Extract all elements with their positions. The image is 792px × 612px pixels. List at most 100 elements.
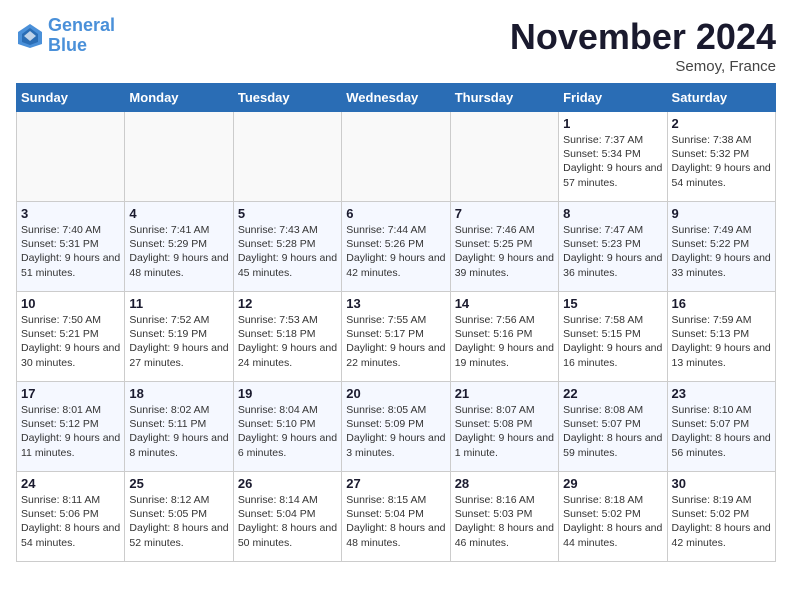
day-info: Sunrise: 7:50 AM Sunset: 5:21 PM Dayligh… bbox=[21, 313, 120, 370]
day-info: Sunrise: 8:02 AM Sunset: 5:11 PM Dayligh… bbox=[129, 403, 228, 460]
day-cell: 17Sunrise: 8:01 AM Sunset: 5:12 PM Dayli… bbox=[17, 382, 125, 472]
day-cell: 16 Sunrise: 7:59 AM Sunset: 5:13 PM Dayli… bbox=[667, 292, 775, 382]
day-info: Sunrise: 7:38 AM Sunset: 5:32 PM Dayligh… bbox=[672, 133, 771, 190]
day-cell: 10 Sunrise: 7:50 AM Sunset: 5:21 PM Dayli… bbox=[17, 292, 125, 382]
day-number: 6 bbox=[346, 206, 445, 221]
day-cell: 25Sunrise: 8:12 AM Sunset: 5:05 PM Dayli… bbox=[125, 472, 233, 562]
day-cell: 30 Sunrise: 8:19 AM Sunset: 5:02 PM Dayli… bbox=[667, 472, 775, 562]
col-header-monday: Monday bbox=[125, 84, 233, 112]
day-cell: 9 Sunrise: 7:49 AM Sunset: 5:22 PM Daylig… bbox=[667, 202, 775, 292]
day-cell: 6Sunrise: 7:44 AM Sunset: 5:26 PM Daylig… bbox=[342, 202, 450, 292]
col-header-wednesday: Wednesday bbox=[342, 84, 450, 112]
day-info: Sunrise: 7:56 AM Sunset: 5:16 PM Dayligh… bbox=[455, 313, 554, 370]
day-info: Sunrise: 8:05 AM Sunset: 5:09 PM Dayligh… bbox=[346, 403, 445, 460]
day-info: Sunrise: 8:15 AM Sunset: 5:04 PM Dayligh… bbox=[346, 493, 445, 550]
day-info: Sunrise: 7:47 AM Sunset: 5:23 PM Dayligh… bbox=[563, 223, 662, 280]
day-number: 29 bbox=[563, 476, 662, 491]
logo-text: General Blue bbox=[48, 16, 115, 56]
day-cell: 21 Sunrise: 8:07 AM Sunset: 5:08 PM Dayli… bbox=[450, 382, 558, 472]
day-number: 1 bbox=[563, 116, 662, 131]
day-cell: 7Sunrise: 7:46 AM Sunset: 5:25 PM Daylig… bbox=[450, 202, 558, 292]
day-info: Sunrise: 7:41 AM Sunset: 5:29 PM Dayligh… bbox=[129, 223, 228, 280]
day-cell: 12 Sunrise: 7:53 AM Sunset: 5:18 PM Dayli… bbox=[233, 292, 341, 382]
col-header-thursday: Thursday bbox=[450, 84, 558, 112]
day-cell: 20 Sunrise: 8:05 AM Sunset: 5:09 PM Dayli… bbox=[342, 382, 450, 472]
day-number: 13 bbox=[346, 296, 445, 311]
day-cell: 28 Sunrise: 8:16 AM Sunset: 5:03 PM Dayli… bbox=[450, 472, 558, 562]
day-info: Sunrise: 8:10 AM Sunset: 5:07 PM Dayligh… bbox=[672, 403, 771, 460]
logo: General Blue bbox=[16, 16, 115, 56]
day-number: 4 bbox=[129, 206, 228, 221]
day-info: Sunrise: 8:08 AM Sunset: 5:07 PM Dayligh… bbox=[563, 403, 662, 460]
title-block: November 2024 Semoy, France bbox=[510, 16, 776, 75]
day-cell: 2 Sunrise: 7:38 AM Sunset: 5:32 PM Daylig… bbox=[667, 112, 775, 202]
day-cell: 5Sunrise: 7:43 AM Sunset: 5:28 PM Daylig… bbox=[233, 202, 341, 292]
day-cell: 26 Sunrise: 8:14 AM Sunset: 5:04 PM Dayli… bbox=[233, 472, 341, 562]
day-number: 26 bbox=[238, 476, 337, 491]
day-number: 28 bbox=[455, 476, 554, 491]
day-number: 3 bbox=[21, 206, 120, 221]
day-cell: 1 Sunrise: 7:37 AM Sunset: 5:34 PM Daylig… bbox=[559, 112, 667, 202]
week-row-2: 3 Sunrise: 7:40 AM Sunset: 5:31 PM Daylig… bbox=[17, 202, 776, 292]
logo-icon bbox=[16, 22, 44, 50]
day-number: 18 bbox=[129, 386, 228, 401]
day-cell bbox=[450, 112, 558, 202]
day-info: Sunrise: 8:16 AM Sunset: 5:03 PM Dayligh… bbox=[455, 493, 554, 550]
week-row-3: 10 Sunrise: 7:50 AM Sunset: 5:21 PM Dayli… bbox=[17, 292, 776, 382]
day-number: 12 bbox=[238, 296, 337, 311]
day-number: 20 bbox=[346, 386, 445, 401]
day-cell: 3 Sunrise: 7:40 AM Sunset: 5:31 PM Daylig… bbox=[17, 202, 125, 292]
day-number: 2 bbox=[672, 116, 771, 131]
day-cell: 8Sunrise: 7:47 AM Sunset: 5:23 PM Daylig… bbox=[559, 202, 667, 292]
day-info: Sunrise: 8:19 AM Sunset: 5:02 PM Dayligh… bbox=[672, 493, 771, 550]
day-cell: 15 Sunrise: 7:58 AM Sunset: 5:15 PM Dayli… bbox=[559, 292, 667, 382]
page-header: General Blue November 2024 Semoy, France bbox=[16, 16, 776, 75]
day-info: Sunrise: 7:59 AM Sunset: 5:13 PM Dayligh… bbox=[672, 313, 771, 370]
week-row-4: 17Sunrise: 8:01 AM Sunset: 5:12 PM Dayli… bbox=[17, 382, 776, 472]
day-info: Sunrise: 7:55 AM Sunset: 5:17 PM Dayligh… bbox=[346, 313, 445, 370]
day-info: Sunrise: 8:12 AM Sunset: 5:05 PM Dayligh… bbox=[129, 493, 228, 550]
day-number: 5 bbox=[238, 206, 337, 221]
day-info: Sunrise: 7:53 AM Sunset: 5:18 PM Dayligh… bbox=[238, 313, 337, 370]
day-cell: 18 Sunrise: 8:02 AM Sunset: 5:11 PM Dayli… bbox=[125, 382, 233, 472]
day-number: 14 bbox=[455, 296, 554, 311]
col-header-saturday: Saturday bbox=[667, 84, 775, 112]
col-header-tuesday: Tuesday bbox=[233, 84, 341, 112]
day-number: 22 bbox=[563, 386, 662, 401]
day-number: 9 bbox=[672, 206, 771, 221]
day-cell: 19 Sunrise: 8:04 AM Sunset: 5:10 PM Dayli… bbox=[233, 382, 341, 472]
month-title: November 2024 bbox=[510, 16, 776, 58]
day-info: Sunrise: 7:52 AM Sunset: 5:19 PM Dayligh… bbox=[129, 313, 228, 370]
day-cell: 23Sunrise: 8:10 AM Sunset: 5:07 PM Dayli… bbox=[667, 382, 775, 472]
day-info: Sunrise: 7:58 AM Sunset: 5:15 PM Dayligh… bbox=[563, 313, 662, 370]
day-cell: 29Sunrise: 8:18 AM Sunset: 5:02 PM Dayli… bbox=[559, 472, 667, 562]
day-cell bbox=[342, 112, 450, 202]
day-cell: 24Sunrise: 8:11 AM Sunset: 5:06 PM Dayli… bbox=[17, 472, 125, 562]
day-info: Sunrise: 7:49 AM Sunset: 5:22 PM Dayligh… bbox=[672, 223, 771, 280]
day-cell bbox=[125, 112, 233, 202]
location: Semoy, France bbox=[510, 58, 776, 75]
day-cell bbox=[17, 112, 125, 202]
day-info: Sunrise: 8:14 AM Sunset: 5:04 PM Dayligh… bbox=[238, 493, 337, 550]
header-row: SundayMondayTuesdayWednesdayThursdayFrid… bbox=[17, 84, 776, 112]
day-number: 19 bbox=[238, 386, 337, 401]
week-row-1: 1 Sunrise: 7:37 AM Sunset: 5:34 PM Daylig… bbox=[17, 112, 776, 202]
col-header-sunday: Sunday bbox=[17, 84, 125, 112]
day-info: Sunrise: 8:07 AM Sunset: 5:08 PM Dayligh… bbox=[455, 403, 554, 460]
day-info: Sunrise: 7:37 AM Sunset: 5:34 PM Dayligh… bbox=[563, 133, 662, 190]
day-number: 7 bbox=[455, 206, 554, 221]
day-number: 10 bbox=[21, 296, 120, 311]
day-number: 11 bbox=[129, 296, 228, 311]
day-cell: 14 Sunrise: 7:56 AM Sunset: 5:16 PM Dayli… bbox=[450, 292, 558, 382]
day-info: Sunrise: 7:40 AM Sunset: 5:31 PM Dayligh… bbox=[21, 223, 120, 280]
day-cell: 13 Sunrise: 7:55 AM Sunset: 5:17 PM Dayli… bbox=[342, 292, 450, 382]
day-number: 30 bbox=[672, 476, 771, 491]
day-number: 15 bbox=[563, 296, 662, 311]
day-info: Sunrise: 8:01 AM Sunset: 5:12 PM Dayligh… bbox=[21, 403, 120, 460]
day-number: 16 bbox=[672, 296, 771, 311]
day-number: 21 bbox=[455, 386, 554, 401]
day-number: 24 bbox=[21, 476, 120, 491]
week-row-5: 24Sunrise: 8:11 AM Sunset: 5:06 PM Dayli… bbox=[17, 472, 776, 562]
day-cell: 22 Sunrise: 8:08 AM Sunset: 5:07 PM Dayli… bbox=[559, 382, 667, 472]
day-info: Sunrise: 8:04 AM Sunset: 5:10 PM Dayligh… bbox=[238, 403, 337, 460]
